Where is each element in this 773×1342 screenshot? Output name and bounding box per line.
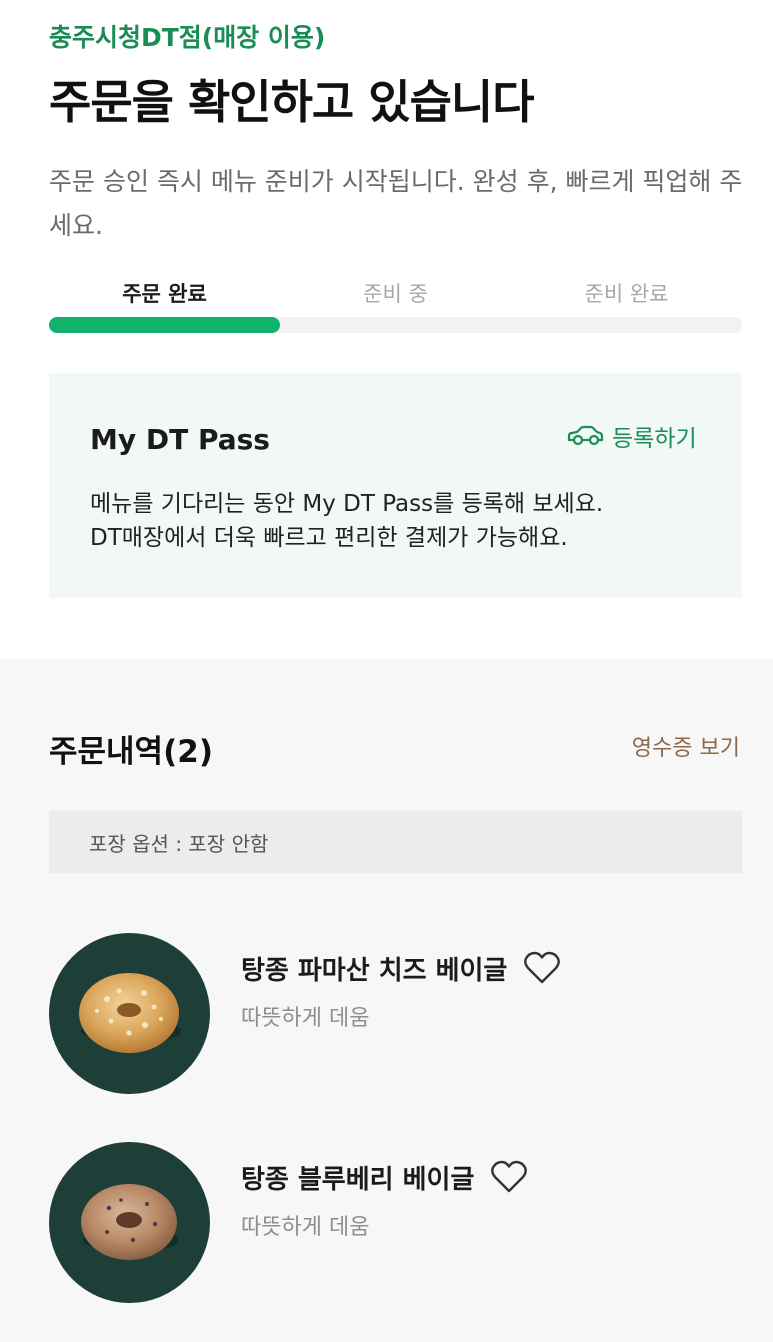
- pack-option-bar: 포장 옵션 : 포장 안함: [49, 811, 742, 873]
- view-receipt-link[interactable]: 영수증 보기: [632, 730, 740, 762]
- dt-pass-line-2: DT매장에서 더욱 빠르고 편리한 결제가 가능해요.: [90, 525, 568, 551]
- progress-track: [49, 317, 742, 333]
- order-item[interactable]: 탕종 블루베리 베이글 따뜻하게 데움: [49, 1142, 742, 1304]
- order-description: 주문 승인 즉시 메뉴 준비가 시작됩니다. 완성 후, 빠르게 픽업해 주세요…: [49, 167, 743, 240]
- dt-pass-title: My DT Pass: [90, 423, 270, 456]
- parmesan-bagel-image: [49, 933, 210, 1094]
- step-order-complete: 주문 완료: [122, 282, 207, 306]
- item-option: 따뜻하게 데움: [241, 1215, 370, 1240]
- store-name: 충주시청DT점(매장 이용): [49, 23, 326, 52]
- heart-icon[interactable]: [490, 1160, 528, 1194]
- dt-pass-card: My DT Pass 등록하기 메뉴를 기다리는 동안 My DT Pass를 …: [49, 373, 742, 598]
- dt-pass-register-label: 등록하기: [612, 426, 697, 452]
- item-name: 탕종 블루베리 베이글: [241, 1164, 475, 1195]
- item-name: 탕종 파마산 치즈 베이글: [241, 955, 508, 986]
- blueberry-bagel-image: [49, 1142, 210, 1303]
- step-preparing: 준비 중: [363, 282, 428, 306]
- item-option: 따뜻하게 데움: [241, 1006, 370, 1031]
- car-icon: [566, 425, 604, 447]
- pack-option-text: 포장 옵션 : 포장 안함: [89, 831, 269, 856]
- progress-fill: [49, 317, 280, 333]
- heart-icon[interactable]: [523, 951, 561, 985]
- dt-pass-register-button[interactable]: 등록하기: [566, 421, 697, 452]
- order-details-section: 주문내역(2) 영수증 보기 포장 옵션 : 포장 안함 탕종 파마산 치즈 베…: [0, 659, 773, 1342]
- step-ready: 준비 완료: [584, 282, 669, 306]
- progress-steps: 주문 완료 준비 중 준비 완료: [49, 278, 742, 314]
- page-title: 주문을 확인하고 있습니다: [49, 75, 535, 129]
- dt-pass-description: 메뉴를 기다리는 동안 My DT Pass를 등록해 보세요. DT매장에서 …: [90, 487, 710, 555]
- orders-title: 주문내역(2): [49, 734, 213, 770]
- dt-pass-line-1: 메뉴를 기다리는 동안 My DT Pass를 등록해 보세요.: [90, 491, 604, 517]
- order-item[interactable]: 탕종 파마산 치즈 베이글 따뜻하게 데움: [49, 933, 742, 1095]
